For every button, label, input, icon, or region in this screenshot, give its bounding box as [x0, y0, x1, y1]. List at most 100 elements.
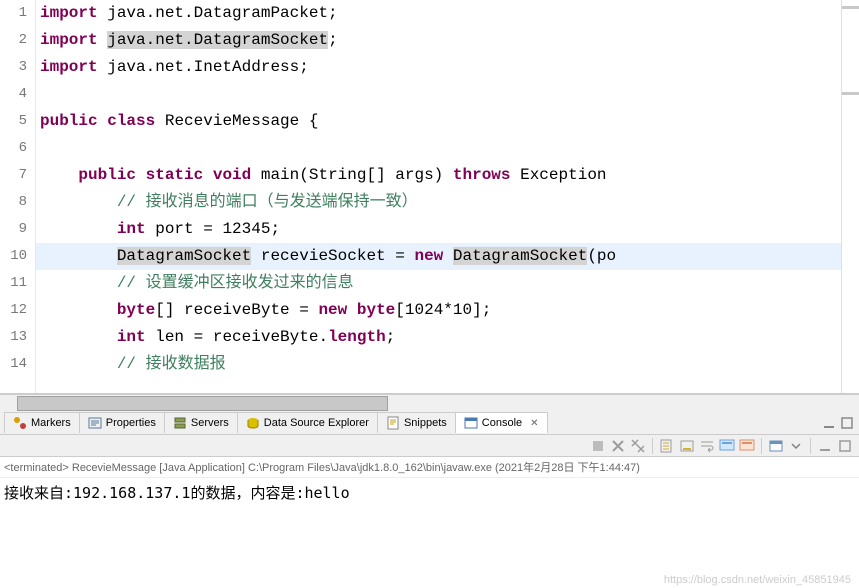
code-text: [136, 166, 146, 184]
code-line[interactable]: DatagramSocket recevieSocket = new Datag…: [36, 243, 841, 270]
code-text: ;: [328, 31, 338, 49]
keyword: length: [328, 328, 386, 346]
tab-label: Console: [482, 417, 522, 429]
keyword: new: [414, 247, 443, 265]
toolbar-separator: [652, 438, 653, 454]
keyword: new: [318, 301, 347, 319]
tab-label: Properties: [106, 417, 156, 429]
keyword: public: [40, 112, 98, 130]
maximize-icon[interactable]: [839, 415, 855, 431]
code-text: main(String[] args): [251, 166, 453, 184]
code-editor[interactable]: 1234567891011121314 import java.net.Data…: [0, 0, 859, 394]
dropdown-icon[interactable]: [788, 438, 804, 454]
clear-console-icon[interactable]: [659, 438, 675, 454]
tab-label: Servers: [191, 417, 229, 429]
keyword: int: [117, 328, 146, 346]
tab-servers[interactable]: Servers: [164, 412, 238, 433]
comment: // 设置缓冲区接收发过来的信息: [117, 274, 354, 292]
views-tab-bar: Markers Properties Servers Data Source Expl…: [0, 411, 859, 435]
code-line[interactable]: // 接收消息的端口（与发送端保持一致）: [36, 189, 841, 216]
ruler-mark: [842, 92, 859, 95]
toolbar-separator: [810, 438, 811, 454]
line-number: 4: [0, 81, 27, 108]
code-line[interactable]: byte[] receiveByte = new byte[1024*10];: [36, 297, 841, 324]
line-number: 7: [0, 162, 27, 189]
minimize-icon[interactable]: [817, 438, 833, 454]
code-lines[interactable]: import java.net.DatagramPacket;import ja…: [36, 0, 841, 378]
remove-launch-icon[interactable]: [610, 438, 626, 454]
display-console-icon[interactable]: [739, 438, 755, 454]
code-text: [40, 355, 117, 373]
console-ip: 192.168.137.1: [73, 484, 190, 502]
code-text: (po: [587, 247, 616, 265]
overview-ruler[interactable]: [841, 0, 859, 393]
maximize-icon[interactable]: [837, 438, 853, 454]
keyword: byte: [117, 301, 155, 319]
code-text: [443, 247, 453, 265]
keyword: byte: [357, 301, 395, 319]
code-line[interactable]: // 接收数据报: [36, 351, 841, 378]
tab-properties[interactable]: Properties: [79, 412, 165, 433]
console-toolbar: [0, 435, 859, 457]
code-text: java.net.InetAddress;: [98, 58, 309, 76]
code-text: [40, 247, 117, 265]
datasource-icon: [246, 416, 260, 430]
keyword: void: [213, 166, 251, 184]
code-line[interactable]: import java.net.InetAddress;: [36, 54, 841, 81]
code-line[interactable]: int len = receiveByte.length;: [36, 324, 841, 351]
line-number: 13: [0, 324, 27, 351]
keyword: int: [117, 220, 146, 238]
code-line[interactable]: import java.net.DatagramSocket;: [36, 27, 841, 54]
code-text: [] receiveByte =: [155, 301, 318, 319]
console-icon: [464, 416, 478, 430]
code-text: [98, 31, 108, 49]
terminate-icon[interactable]: [590, 438, 606, 454]
open-console-icon[interactable]: [768, 438, 784, 454]
code-line[interactable]: import java.net.DatagramPacket;: [36, 0, 841, 27]
pin-console-icon[interactable]: [719, 438, 735, 454]
code-text: [98, 112, 108, 130]
close-icon[interactable]: ✕: [530, 418, 538, 429]
remove-all-icon[interactable]: [630, 438, 646, 454]
tab-markers[interactable]: Markers: [4, 412, 80, 433]
code-text: [40, 193, 117, 211]
scrollbar-track[interactable]: [17, 396, 842, 411]
type-highlight: java.net.DatagramSocket: [107, 31, 328, 49]
code-text: Exception: [511, 166, 617, 184]
scrollbar-thumb[interactable]: [17, 396, 388, 411]
line-number: 14: [0, 351, 27, 378]
code-line[interactable]: public class RecevieMessage {: [36, 108, 841, 135]
word-wrap-icon[interactable]: [699, 438, 715, 454]
tab-snippets[interactable]: Snippets: [377, 412, 456, 433]
code-text: [40, 220, 117, 238]
tab-data-source-explorer[interactable]: Data Source Explorer: [237, 412, 378, 433]
console-process-header: <terminated> RecevieMessage [Java Applic…: [0, 457, 859, 478]
line-number: 8: [0, 189, 27, 216]
code-line[interactable]: [36, 81, 841, 108]
keyword: static: [146, 166, 204, 184]
code-line[interactable]: // 设置缓冲区接收发过来的信息: [36, 270, 841, 297]
keyword: import: [40, 58, 98, 76]
code-line[interactable]: int port = 12345;: [36, 216, 841, 243]
console-output[interactable]: 接收来自:192.168.137.1的数据，内容是:hello: [0, 478, 859, 507]
snippets-icon: [386, 416, 400, 430]
code-line[interactable]: [36, 135, 841, 162]
keyword: class: [107, 112, 155, 130]
code-text: RecevieMessage {: [155, 112, 318, 130]
scroll-lock-icon[interactable]: [679, 438, 695, 454]
tab-console[interactable]: Console ✕: [455, 412, 548, 433]
code-text: [40, 166, 78, 184]
code-text: [347, 301, 357, 319]
minimize-icon[interactable]: [821, 415, 837, 431]
code-area[interactable]: import java.net.DatagramPacket;import ja…: [36, 0, 841, 393]
line-number: 12: [0, 297, 27, 324]
code-text: ;: [386, 328, 396, 346]
code-text: [40, 301, 117, 319]
horizontal-scrollbar[interactable]: [0, 394, 859, 411]
code-line[interactable]: public static void main(String[] args) t…: [36, 162, 841, 189]
keyword: public: [78, 166, 136, 184]
properties-icon: [88, 416, 102, 430]
comment: // 接收数据报: [117, 355, 226, 373]
tab-label: Markers: [31, 417, 71, 429]
tab-label: Snippets: [404, 417, 447, 429]
